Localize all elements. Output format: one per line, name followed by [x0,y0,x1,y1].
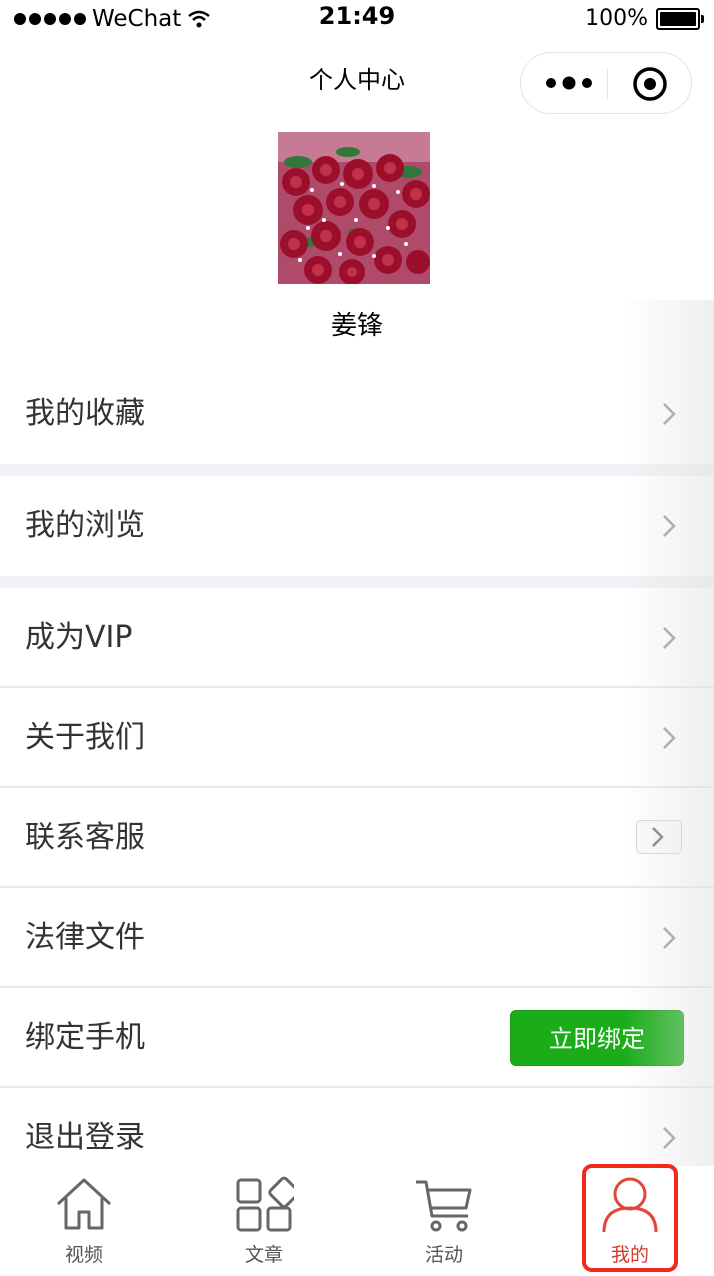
menu-item-about[interactable]: 关于我们 [0,688,714,788]
menu-label-vip: 成为VIP [25,620,133,655]
menu-label-about: 关于我们 [25,720,145,755]
chevron-right-icon [663,927,676,949]
home-icon [56,1178,112,1230]
chevron-right-icon [663,727,676,749]
tab-label-video: 视频 [64,1244,103,1266]
menu-item-history[interactable]: 我的浏览 [0,476,714,576]
chevron-right-icon [663,627,676,649]
bind-now-button[interactable]: 立即绑定 [510,1010,684,1066]
tab-mine[interactable]: 我的 [570,1166,690,1276]
chevron-right-icon [663,1127,676,1149]
capsule-divider [607,69,608,99]
tab-label-activities: 活动 [424,1244,463,1266]
menu-label-legal: 法律文件 [25,920,145,955]
contact-service-button[interactable] [636,820,682,854]
menu-label-contact: 联系客服 [25,820,145,855]
battery-icon [656,7,704,30]
close-miniprogram-icon[interactable] [631,65,669,103]
section-gap [0,464,714,476]
tab-bar: 视频 文章 活动 我的 [0,1166,714,1276]
status-bar: WeChat 21:49 100% [0,0,714,40]
tab-video[interactable]: 视频 [24,1166,144,1276]
menu-item-favorites[interactable]: 我的收藏 [0,364,714,464]
grid-icon [236,1176,294,1232]
tab-activities[interactable]: 活动 [384,1166,504,1276]
tab-label-articles: 文章 [244,1244,283,1266]
cart-icon [416,1180,472,1232]
chevron-right-icon [663,403,676,425]
user-icon [602,1177,658,1233]
username: 姜锋 [330,311,383,341]
menu-item-contact[interactable]: 联系客服 [0,788,714,888]
chevron-right-icon [663,515,676,537]
menu-label-favorites: 我的收藏 [25,396,145,431]
menu-label-bind-phone: 绑定手机 [25,1020,145,1055]
avatar[interactable] [278,132,430,284]
menu-item-legal[interactable]: 法律文件 [0,888,714,988]
rose-bouquet-image [278,132,430,284]
menu-item-bind-phone: 绑定手机 立即绑定 [0,988,714,1088]
chevron-right-icon [652,827,664,847]
status-right: 100% [585,6,704,31]
more-options-icon[interactable] [543,71,595,95]
miniprogram-capsule [520,52,692,114]
tab-label-mine: 我的 [610,1244,649,1266]
tab-articles[interactable]: 文章 [204,1166,324,1276]
battery-percent: 100% [585,6,648,31]
section-gap [0,576,714,588]
menu-item-vip[interactable]: 成为VIP [0,588,714,688]
menu-label-history: 我的浏览 [25,508,145,543]
